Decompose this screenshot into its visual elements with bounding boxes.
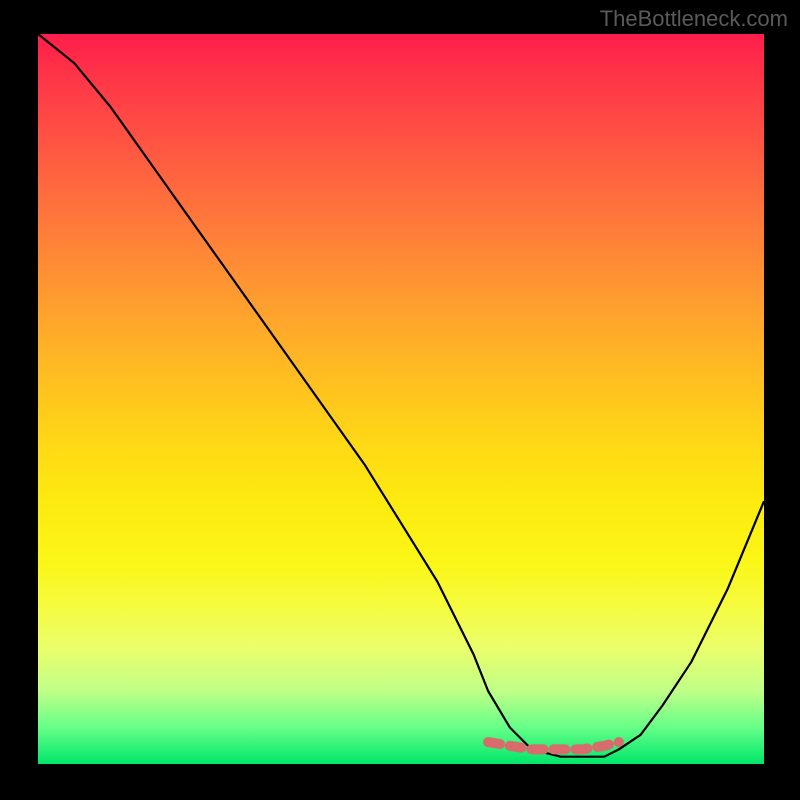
curve-layer [38,34,764,764]
bottleneck-curve [38,34,764,757]
highlight-band [488,742,619,749]
plot-area [38,34,764,764]
watermark: TheBottleneck.com [600,6,788,32]
